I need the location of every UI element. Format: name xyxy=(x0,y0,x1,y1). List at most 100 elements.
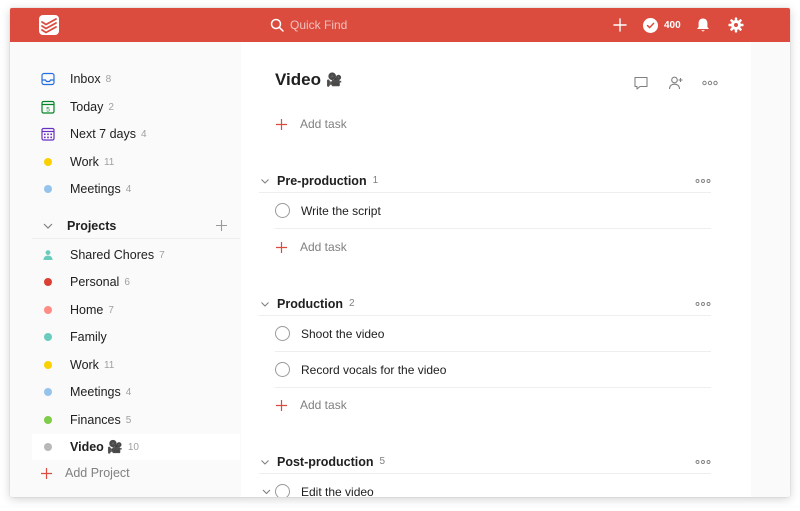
projects-header[interactable]: Projects xyxy=(32,213,240,239)
task-row[interactable]: Record vocals for the video xyxy=(275,352,711,388)
project-dot-icon xyxy=(40,302,56,318)
project-dot-icon xyxy=(40,412,56,428)
calendar-day-number: 5 xyxy=(46,107,50,114)
sidebar-project-work[interactable]: Work 11 xyxy=(32,352,240,378)
add-task-button[interactable]: Add task xyxy=(275,240,347,254)
plus-icon xyxy=(41,467,52,479)
sidebar-project-personal[interactable]: Personal 6 xyxy=(32,269,240,295)
section-count: 2 xyxy=(348,298,355,309)
sidebar-item-label: Finances xyxy=(70,413,121,427)
karma-check-icon xyxy=(643,17,658,33)
karma-value: 400 xyxy=(664,19,681,31)
sidebar-item-next-7-days[interactable]: Next 7 days 4 xyxy=(32,121,240,147)
project-dot-icon xyxy=(40,357,56,373)
sidebar-project-finances[interactable]: Finances 5 xyxy=(32,407,240,433)
sidebar-item-count: 7 xyxy=(159,249,165,261)
video-camera-emoji: 🎥 xyxy=(325,72,343,87)
task-row[interactable]: Write the script xyxy=(275,193,711,229)
project-title: Video xyxy=(275,70,321,89)
settings-gear-icon[interactable] xyxy=(727,16,745,34)
task-content[interactable]: Write the script xyxy=(301,204,381,218)
label-dot-icon xyxy=(40,181,56,197)
add-task-button[interactable]: Add task xyxy=(275,398,347,412)
chevron-down-icon[interactable] xyxy=(259,298,271,310)
comments-icon[interactable] xyxy=(632,74,650,92)
task-content[interactable]: Edit the video xyxy=(301,485,374,498)
section-count: 1 xyxy=(372,175,379,186)
project-dot-icon xyxy=(40,329,56,345)
sidebar-item-count: 4 xyxy=(141,128,147,140)
top-bar: Quick Find 400 xyxy=(10,8,790,42)
plus-icon xyxy=(276,118,287,130)
sidebar-item-count: 4 xyxy=(125,386,132,398)
sidebar-item-label: Next 7 days xyxy=(70,127,137,141)
sidebar-project-meetings[interactable]: Meetings 4 xyxy=(32,379,240,405)
sidebar-item-count: 11 xyxy=(103,156,115,168)
shared-user-icon xyxy=(40,247,56,263)
sidebar-item-meetings-label[interactable]: Meetings 4 xyxy=(32,176,240,202)
sidebar-project-video[interactable]: Video 🎥 10 xyxy=(32,434,240,460)
task-row[interactable]: Edit the video xyxy=(262,474,711,498)
task-checkbox[interactable] xyxy=(275,326,290,341)
sidebar-item-label: Family xyxy=(70,330,107,344)
page-title: Video 🎥 xyxy=(275,70,342,90)
section-more-icon[interactable] xyxy=(695,458,711,466)
inbox-icon xyxy=(40,71,56,87)
task-checkbox[interactable] xyxy=(275,362,290,377)
search-placeholder[interactable]: Quick Find xyxy=(290,18,347,32)
subtask-chevron-icon[interactable] xyxy=(261,486,272,497)
add-task-label: Add task xyxy=(300,117,347,131)
sidebar-item-label: Meetings xyxy=(70,182,121,196)
main-content: Video 🎥 Add task Pre-production 1 Write … xyxy=(241,42,751,497)
project-dot-icon xyxy=(40,439,56,455)
todoist-logo-icon[interactable] xyxy=(38,14,60,36)
chevron-down-icon[interactable] xyxy=(41,219,55,233)
section-title: Pre-production xyxy=(277,173,367,188)
task-content[interactable]: Shoot the video xyxy=(301,327,384,341)
sidebar-item-label: Home xyxy=(70,303,104,317)
section-more-icon[interactable] xyxy=(695,177,711,185)
chevron-down-icon[interactable] xyxy=(259,175,271,187)
add-project-label: Add Project xyxy=(65,466,130,480)
section-more-icon[interactable] xyxy=(695,300,711,308)
section-title: Production xyxy=(277,296,343,311)
sidebar-project-shared-chores[interactable]: Shared Chores 7 xyxy=(32,242,240,268)
sidebar-item-label: Personal xyxy=(70,275,120,289)
sidebar-item-label: Video 🎥 xyxy=(70,439,123,454)
notifications-bell-icon[interactable] xyxy=(694,16,712,34)
sidebar-item-label: Today xyxy=(70,100,104,114)
sidebar-item-today[interactable]: 5 Today 2 xyxy=(32,94,240,120)
section-title: Post-production xyxy=(277,454,374,469)
add-project-button[interactable]: Add Project xyxy=(40,466,130,480)
sidebar-item-count: 6 xyxy=(124,276,130,288)
sidebar-item-count: 10 xyxy=(127,441,139,453)
calendar-today-icon: 5 xyxy=(40,99,56,115)
task-content[interactable]: Record vocals for the video xyxy=(301,363,446,377)
sidebar-item-label: Work xyxy=(70,155,99,169)
scroll-gutter xyxy=(751,42,790,497)
share-add-person-icon[interactable] xyxy=(667,74,685,92)
add-task-button[interactable]: Add task xyxy=(275,117,347,131)
sidebar-item-count: 2 xyxy=(108,101,114,113)
sidebar-item-inbox[interactable]: Inbox 8 xyxy=(32,66,240,92)
add-project-plus-icon[interactable] xyxy=(215,219,228,232)
plus-icon xyxy=(276,399,287,411)
projects-header-label: Projects xyxy=(67,218,117,233)
task-checkbox[interactable] xyxy=(275,203,290,218)
sidebar-item-work-label[interactable]: Work 11 xyxy=(32,149,240,175)
add-task-label: Add task xyxy=(300,398,347,412)
sidebar-item-label: Shared Chores xyxy=(70,248,155,262)
chevron-down-icon[interactable] xyxy=(259,456,271,468)
section-count: 5 xyxy=(379,456,386,467)
quick-find-search[interactable]: Quick Find xyxy=(270,16,347,34)
sidebar-item-label: Meetings xyxy=(70,385,121,399)
task-checkbox[interactable] xyxy=(275,484,290,497)
karma-badge[interactable]: 400 xyxy=(643,16,681,34)
sidebar-item-count: 4 xyxy=(125,183,132,195)
sidebar-project-family[interactable]: Family xyxy=(32,324,240,350)
sidebar-project-home[interactable]: Home 7 xyxy=(32,297,240,323)
more-options-icon[interactable] xyxy=(701,74,719,92)
add-icon[interactable] xyxy=(611,16,629,34)
task-row[interactable]: Shoot the video xyxy=(275,316,711,352)
app-window: Quick Find 400 Inbox 8 5 Today 2 Next 7 … xyxy=(10,8,790,497)
